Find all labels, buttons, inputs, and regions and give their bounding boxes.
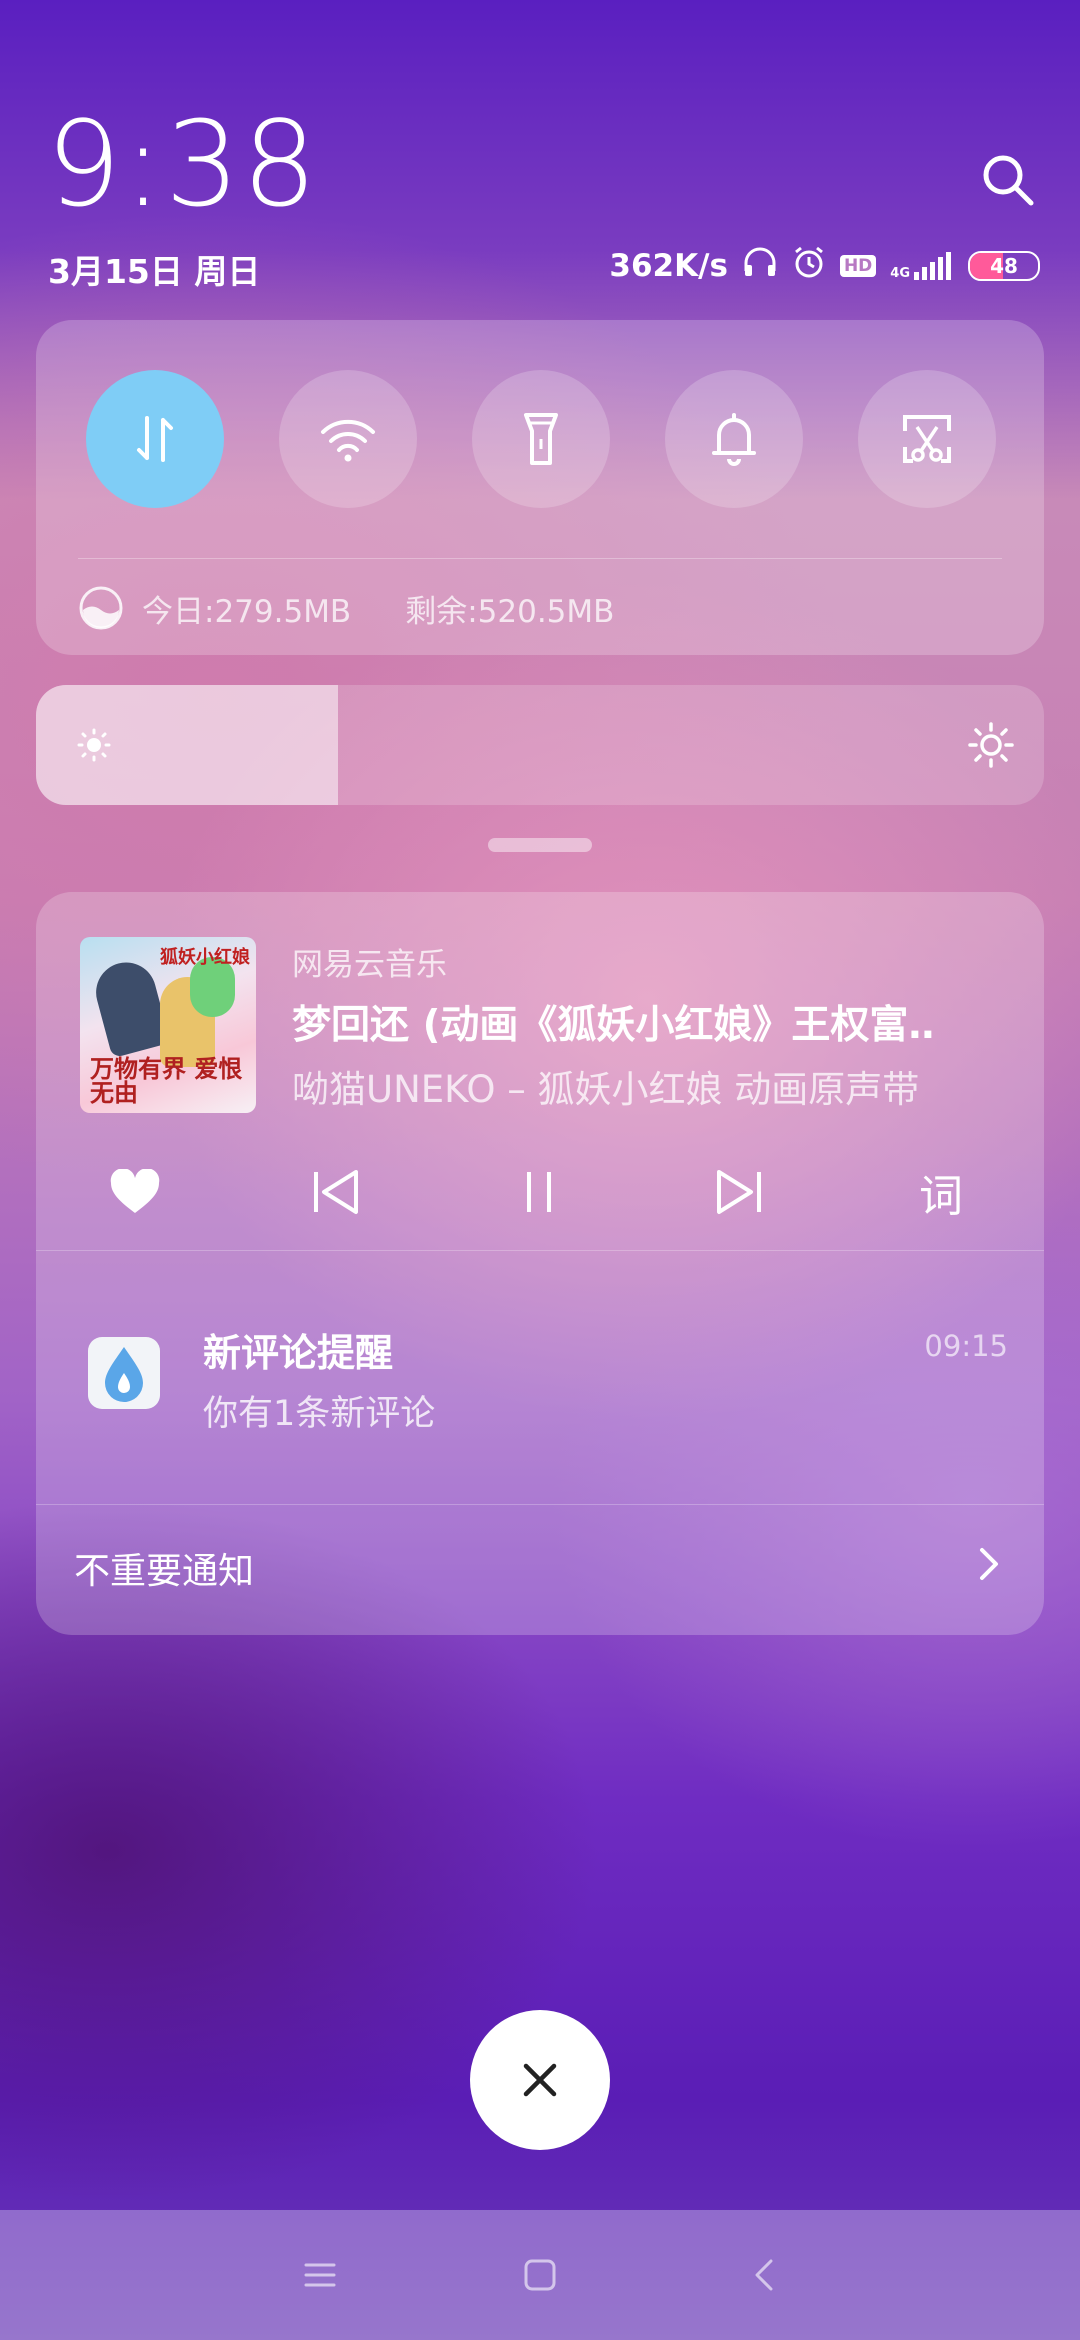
unimportant-notifications[interactable]: 不重要通知 (74, 1542, 254, 1594)
alarm-icon (792, 245, 826, 287)
brightness-high-icon (968, 722, 1014, 768)
comment-app-icon (88, 1337, 160, 1409)
battery-icon: 48 (968, 251, 1040, 281)
notifications-panel: 狐妖小红娘 万物有界 爱恨无由 网易云音乐 梦回还 (动画《狐妖小红娘》王权富‥… (36, 892, 1044, 1635)
signal-icon: 4G (890, 252, 954, 280)
album-art[interactable]: 狐妖小红娘 万物有界 爱恨无由 (80, 937, 256, 1113)
divider (36, 1504, 1044, 1505)
album-logo: 狐妖小红娘 (160, 947, 250, 968)
pause-icon (527, 1172, 551, 1212)
data-today: 今日:279.5MB (142, 593, 352, 630)
menu-icon (304, 2263, 336, 2287)
previous-icon (314, 1170, 358, 1214)
screenshot-scissors-icon (903, 415, 951, 463)
net-speed: 362K/s (609, 248, 728, 284)
back-icon (755, 2259, 773, 2291)
wifi-icon (321, 419, 375, 462)
data-remaining: 剩余:520.5MB (405, 593, 615, 630)
drag-handle[interactable] (488, 838, 592, 852)
data-usage-icon (79, 586, 123, 630)
flashlight-icon (524, 413, 558, 465)
screenshot-toggle[interactable] (858, 370, 996, 508)
next-button[interactable] (704, 1157, 774, 1227)
data-arrows-icon (137, 416, 173, 462)
album-text: 万物有界 爱恨无由 (90, 1054, 243, 1107)
mobile-data-toggle[interactable] (86, 370, 224, 508)
back-button[interactable] (745, 2255, 785, 2295)
song-title: 梦回还 (动画《狐妖小红娘》王权富‥ (292, 1003, 935, 1048)
chevron-right-icon[interactable] (968, 1544, 1008, 1584)
sound-toggle[interactable] (665, 370, 803, 508)
brightness-low-icon (77, 728, 111, 762)
divider (36, 1250, 1044, 1251)
heart-icon (110, 1169, 160, 1213)
home-icon (524, 2259, 556, 2291)
music-app-name: 网易云音乐 (292, 947, 447, 983)
previous-button[interactable] (301, 1157, 371, 1227)
data-usage[interactable]: 今日:279.5MB 剩余:520.5MB (78, 585, 614, 631)
brightness-slider[interactable] (36, 685, 1044, 805)
divider (78, 558, 1002, 559)
home-button[interactable] (520, 2255, 560, 2295)
clear-all-button[interactable] (470, 2010, 610, 2150)
song-artist: 呦猫UNEKO – 狐妖小红娘 动画原声带 (292, 1068, 920, 1111)
wifi-toggle[interactable] (279, 370, 417, 508)
clock: 9:38 (46, 95, 319, 233)
comment-body: 你有1条新评论 (203, 1394, 436, 1434)
like-button[interactable] (100, 1157, 170, 1227)
pause-button[interactable] (504, 1157, 574, 1227)
comment-time: 09:15 (924, 1329, 1008, 1363)
battery-level: 48 (990, 254, 1018, 278)
search-icon[interactable] (978, 150, 1038, 210)
comment-title: 新评论提醒 (203, 1331, 394, 1375)
close-icon (523, 2063, 557, 2097)
lyrics-button[interactable]: 词 (906, 1157, 976, 1227)
headphones-icon (742, 245, 778, 287)
network-type: 4G (890, 266, 910, 281)
drop-icon (105, 1347, 143, 1402)
next-icon (717, 1170, 761, 1214)
hd-icon: HD (839, 255, 877, 277)
navigation-bar (0, 2210, 1080, 2340)
date: 3月15日 周日 (48, 252, 261, 291)
flashlight-toggle[interactable] (472, 370, 610, 508)
status-icons: 362K/s HD 4G 48 (609, 245, 1040, 287)
bell-icon (712, 413, 756, 466)
quick-settings-panel: 今日:279.5MB 剩余:520.5MB (36, 320, 1044, 655)
menu-button[interactable] (300, 2255, 340, 2295)
